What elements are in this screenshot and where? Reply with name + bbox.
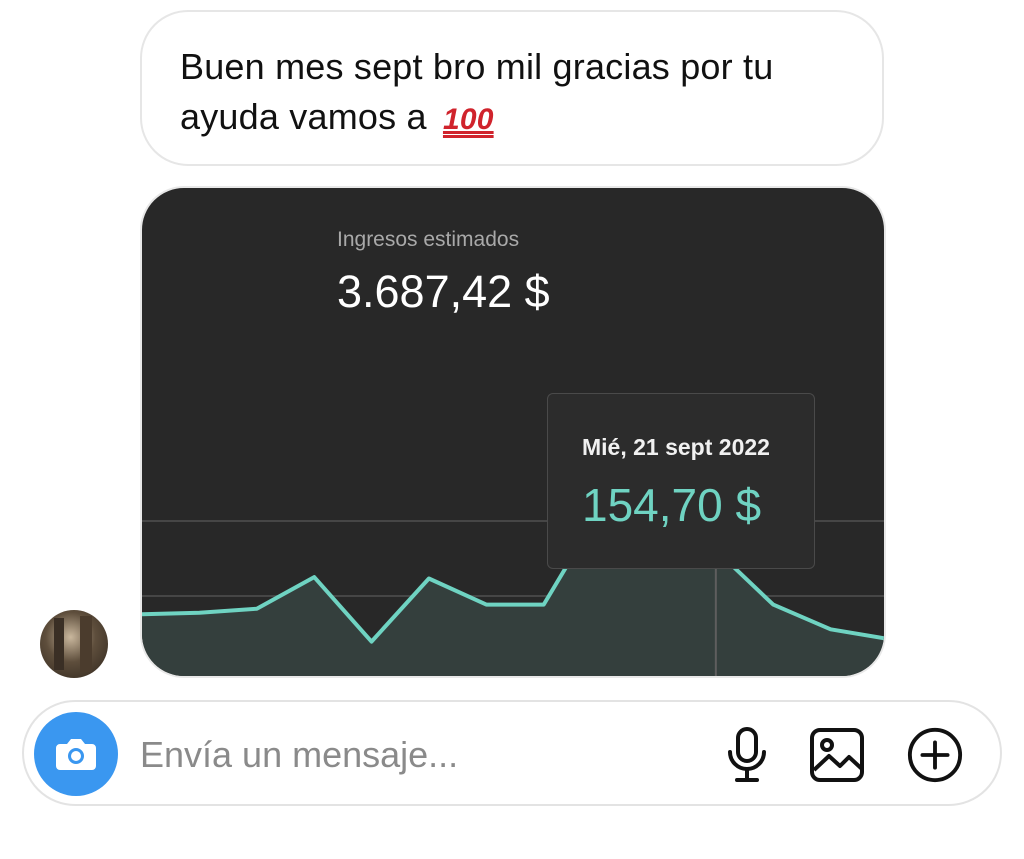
camera-button[interactable] <box>34 712 118 796</box>
tooltip-value: 154,70 $ <box>582 479 762 531</box>
gallery-icon <box>810 728 864 782</box>
hundred-points-emoji: 100 <box>442 103 494 136</box>
metric-value: 3.687,42 $ <box>337 266 550 317</box>
tooltip-date: Mié, 21 sept 2022 <box>582 434 770 460</box>
camera-icon <box>56 739 96 770</box>
microphone-icon <box>728 727 766 782</box>
add-icon <box>907 727 963 783</box>
message-input[interactable] <box>140 732 700 778</box>
earnings-chart-card[interactable]: Ingresos estimados 3.687,42 $ Mié, 21 se… <box>140 186 886 678</box>
add-button[interactable] <box>906 726 964 784</box>
microphone-button[interactable] <box>718 726 776 784</box>
chart-tooltip: Mié, 21 sept 2022 154,70 $ <box>547 393 815 569</box>
avatar[interactable] <box>40 610 108 678</box>
metric-label: Ingresos estimados <box>337 228 520 251</box>
message-composer <box>22 700 1002 806</box>
message-text: Buen mes sept bro mil gracias por tu ayu… <box>180 42 844 145</box>
gallery-button[interactable] <box>808 726 866 784</box>
message-bubble[interactable]: Buen mes sept bro mil gracias por tu ayu… <box>140 10 884 166</box>
